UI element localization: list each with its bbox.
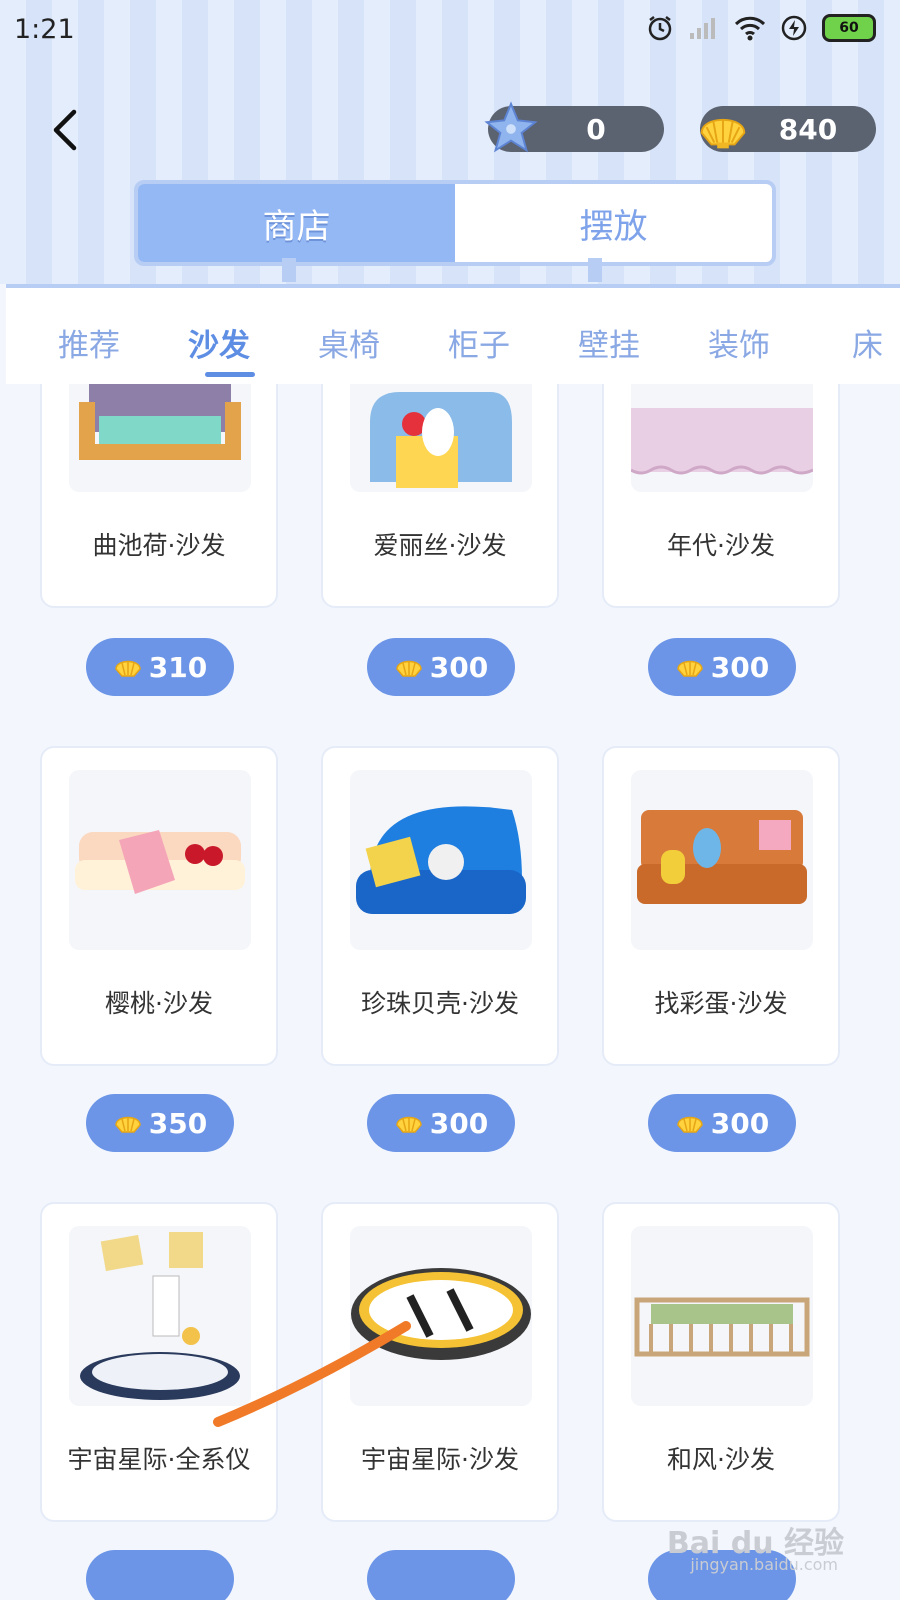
tab-peg-left bbox=[282, 258, 296, 282]
active-tab-underline bbox=[205, 372, 255, 377]
signal-icon bbox=[690, 18, 715, 39]
item-name: 爱丽丝·沙发 bbox=[373, 531, 507, 560]
shell-icon bbox=[396, 660, 422, 677]
item-name: 樱桃·沙发 bbox=[105, 989, 213, 1018]
shell-icon bbox=[115, 1116, 141, 1133]
price-value: 350 bbox=[148, 1106, 208, 1140]
charging-icon bbox=[781, 15, 807, 41]
starfish-icon bbox=[484, 101, 538, 153]
starfish-currency[interactable]: 0 bbox=[484, 101, 664, 153]
item-name: 曲池荷·沙发 bbox=[92, 531, 226, 560]
price-value: 300 bbox=[429, 1106, 489, 1140]
wifi-icon bbox=[734, 16, 766, 41]
shell-icon bbox=[700, 119, 746, 149]
sofa-thumbnail bbox=[350, 770, 532, 950]
status-time: 1:21 bbox=[14, 14, 75, 45]
item-card[interactable]: 珍珠贝壳·沙发 bbox=[321, 746, 559, 1066]
sofa-thumbnail bbox=[631, 1226, 813, 1406]
price-value: 300 bbox=[710, 1106, 770, 1140]
mode-segmented-control: 商店 摆放 bbox=[134, 180, 776, 266]
category-tab-bed[interactable]: 床 bbox=[852, 320, 883, 365]
category-tab-bar: 推荐 沙发 桌椅 柜子 壁挂 装饰 床 bbox=[6, 284, 900, 384]
category-tab-cabinet[interactable]: 柜子 bbox=[448, 320, 510, 365]
tab-peg-right bbox=[588, 258, 602, 282]
price-button[interactable]: 350 bbox=[86, 1094, 234, 1152]
status-icons: 60 bbox=[646, 14, 876, 42]
shell-currency[interactable]: 840 bbox=[700, 106, 876, 152]
price-value: 310 bbox=[148, 650, 208, 684]
watermark-url: jingyan.baidu.com bbox=[690, 1555, 838, 1574]
shell-icon bbox=[677, 660, 703, 677]
price-button[interactable] bbox=[86, 1550, 234, 1600]
item-card[interactable]: 和风·沙发 bbox=[602, 1202, 840, 1522]
shell-icon bbox=[677, 1116, 703, 1133]
battery-indicator: 60 bbox=[822, 14, 876, 42]
item-card[interactable]: 爱丽丝·沙发 bbox=[321, 384, 559, 608]
price-button[interactable] bbox=[367, 1550, 515, 1600]
category-tab-table-chair[interactable]: 桌椅 bbox=[318, 320, 380, 365]
price-button[interactable]: 310 bbox=[86, 638, 234, 696]
alarm-icon bbox=[648, 16, 672, 41]
item-name: 珍珠贝壳·沙发 bbox=[361, 989, 519, 1018]
item-name: 和风·沙发 bbox=[667, 1445, 775, 1474]
tab-shop[interactable]: 商店 bbox=[138, 184, 455, 262]
tab-place[interactable]: 摆放 bbox=[455, 184, 772, 262]
item-card[interactable]: 找彩蛋·沙发 bbox=[602, 746, 840, 1066]
price-button[interactable]: 300 bbox=[367, 1094, 515, 1152]
price-button[interactable]: 300 bbox=[648, 638, 796, 696]
price-button[interactable]: 300 bbox=[648, 1094, 796, 1152]
item-card[interactable]: 樱桃·沙发 bbox=[40, 746, 278, 1066]
sofa-thumbnail bbox=[350, 384, 532, 492]
price-button[interactable]: 300 bbox=[367, 638, 515, 696]
item-name: 年代·沙发 bbox=[667, 531, 775, 560]
item-name: 宇宙星际·沙发 bbox=[361, 1445, 519, 1474]
sofa-thumbnail bbox=[631, 770, 813, 950]
price-value: 300 bbox=[710, 650, 770, 684]
shell-icon bbox=[396, 1116, 422, 1133]
category-tab-sofa[interactable]: 沙发 bbox=[188, 320, 250, 365]
category-tab-decor[interactable]: 装饰 bbox=[708, 320, 770, 365]
item-card[interactable]: 曲池荷·沙发 bbox=[40, 384, 278, 608]
category-tab-recommend[interactable]: 推荐 bbox=[58, 320, 120, 365]
item-name: 找彩蛋·沙发 bbox=[654, 989, 788, 1018]
sofa-thumbnail bbox=[69, 384, 251, 492]
price-value: 300 bbox=[429, 650, 489, 684]
item-name: 宇宙星际·全系仪 bbox=[67, 1445, 251, 1474]
sofa-thumbnail bbox=[69, 770, 251, 950]
item-card[interactable]: 年代·沙发 bbox=[602, 384, 840, 608]
back-arrow-icon[interactable] bbox=[46, 108, 86, 152]
shell-icon bbox=[115, 660, 141, 677]
status-bar: 1:21 60 bbox=[0, 0, 900, 60]
annotation-stroke bbox=[213, 1321, 411, 1427]
sofa-thumbnail bbox=[631, 384, 813, 492]
category-tab-wall[interactable]: 壁挂 bbox=[578, 320, 640, 365]
item-grid: 曲池荷·沙发 爱丽丝·沙发 年代·沙发 310 300 300 樱桃·沙发 珍珠… bbox=[0, 384, 900, 1600]
